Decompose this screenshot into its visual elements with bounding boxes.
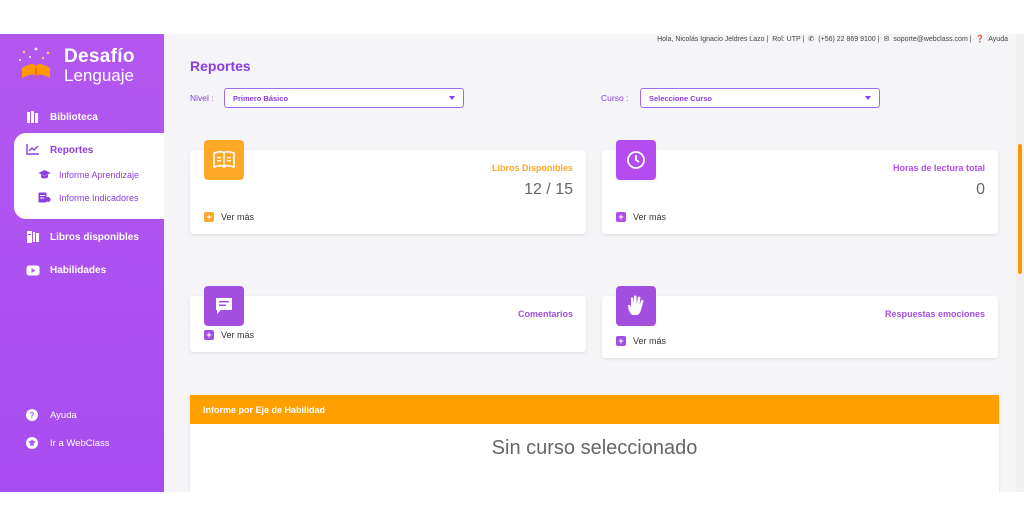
sidebar: Desafío Lenguaje Biblioteca Reportes Inf… bbox=[0, 34, 164, 492]
sidebar-item-habilidades[interactable]: Habilidades bbox=[0, 257, 164, 283]
card-value: 0 bbox=[976, 181, 985, 198]
ver-mas-label: Ver más bbox=[221, 330, 255, 340]
books-icon bbox=[26, 110, 40, 124]
logo-subtitle: Lenguaje bbox=[64, 66, 134, 85]
sidebar-item-label: Habilidades bbox=[50, 264, 107, 276]
svg-text:?: ? bbox=[30, 411, 35, 420]
curso-select-value: Seleccione Curso bbox=[649, 93, 712, 103]
nivel-select-value: Primero Básico bbox=[233, 93, 289, 103]
book-list-icon bbox=[26, 230, 40, 244]
card-comentarios: Comentarios + Ver más bbox=[190, 286, 586, 352]
card-value: 12 / 15 bbox=[524, 181, 573, 198]
sidebar-subitem-informe-indicadores[interactable]: Informe Indicadores bbox=[38, 192, 139, 203]
card-horas-lectura: Horas de lectura total 0 + Ver más bbox=[602, 140, 998, 234]
sidebar-item-label: Biblioteca bbox=[50, 111, 98, 123]
nivel-label: Nivel : bbox=[190, 93, 214, 103]
chart-line-icon bbox=[26, 143, 40, 157]
sidebar-item-reportes[interactable]: Reportes bbox=[26, 143, 93, 157]
support-phone[interactable]: (+56) 22 869 9100 bbox=[818, 36, 875, 43]
report-icon bbox=[38, 192, 51, 203]
sidebar-subitem-label: Informe Indicadores bbox=[59, 192, 139, 203]
help-link[interactable]: Ayuda bbox=[988, 36, 1008, 43]
empty-state-message: Sin curso seleccionado bbox=[491, 437, 698, 459]
plus-icon: + bbox=[616, 212, 626, 222]
comment-icon bbox=[216, 298, 232, 314]
message-icon: ✉ bbox=[883, 36, 890, 43]
question-icon: ? bbox=[26, 409, 38, 421]
plus-icon: + bbox=[204, 330, 214, 340]
nivel-select[interactable]: Primero Básico bbox=[224, 88, 464, 108]
card-badge bbox=[616, 286, 656, 326]
card-respuestas-emociones: Respuestas emociones + Ver más bbox=[602, 286, 998, 358]
chevron-down-icon bbox=[865, 96, 871, 100]
sidebar-item-label: Libros disponibles bbox=[50, 231, 139, 243]
support-email[interactable]: soporte@webclass.com bbox=[893, 36, 967, 43]
scrollbar-thumb[interactable] bbox=[1018, 144, 1022, 274]
ver-mas-button[interactable]: + Ver más bbox=[616, 212, 666, 222]
sidebar-item-libros-disponibles[interactable]: Libros disponibles bbox=[0, 224, 164, 250]
sidebar-item-label: Ayuda bbox=[50, 409, 77, 421]
card-badge bbox=[204, 286, 244, 326]
card-badge bbox=[616, 140, 656, 180]
graduation-cap-icon bbox=[38, 169, 51, 180]
user-role: Rol: UTP bbox=[772, 36, 801, 43]
user-greeting: Hola, Nicolás Ignacio Jeldres Lazo bbox=[657, 36, 765, 43]
card-label: Libros Disponibles bbox=[491, 163, 573, 173]
ver-mas-label: Ver más bbox=[633, 336, 667, 346]
curso-label: Curso : bbox=[601, 93, 629, 103]
sidebar-subitem-label: Informe Aprendizaje bbox=[59, 169, 140, 180]
sidebar-item-reportes-panel: Reportes Informe Aprendizaje Informe Ind… bbox=[14, 133, 164, 219]
app-window: Desafío Lenguaje Biblioteca Reportes Inf… bbox=[0, 34, 1024, 492]
phone-icon: ✆ bbox=[808, 36, 815, 43]
informe-eje-habilidad-panel: Informe por Eje de Habilidad Sin curso s… bbox=[190, 395, 999, 492]
ver-mas-button[interactable]: + Ver más bbox=[204, 212, 254, 222]
top-bar: Hola, Nicolás Ignacio Jeldres Lazo | Rol:… bbox=[657, 36, 1008, 43]
sidebar-subitem-informe-aprendizaje[interactable]: Informe Aprendizaje bbox=[38, 169, 139, 180]
open-book-logo-icon bbox=[19, 47, 50, 78]
app-logo[interactable]: Desafío Lenguaje bbox=[16, 44, 156, 85]
scrollbar[interactable] bbox=[1016, 34, 1024, 492]
ver-mas-button[interactable]: + Ver más bbox=[204, 330, 254, 340]
cap-icon bbox=[26, 437, 38, 449]
card-label: Respuestas emociones bbox=[884, 309, 985, 319]
clock-icon bbox=[627, 151, 645, 169]
play-icon bbox=[26, 263, 40, 277]
sidebar-item-label: Reportes bbox=[50, 144, 94, 156]
card-label: Comentarios bbox=[517, 309, 573, 319]
sidebar-item-label: Ir a WebClass bbox=[50, 437, 110, 449]
chevron-down-icon bbox=[449, 96, 455, 100]
card-libros-disponibles: Libros Disponibles 12 / 15 + Ver más bbox=[190, 140, 586, 234]
plus-icon: + bbox=[616, 336, 626, 346]
card-badge bbox=[204, 140, 244, 180]
main-content: Hola, Nicolás Ignacio Jeldres Lazo | Rol:… bbox=[164, 34, 1016, 492]
card-label: Horas de lectura total bbox=[892, 163, 985, 173]
ver-mas-label: Ver más bbox=[633, 212, 667, 222]
help-icon: ❓ bbox=[975, 36, 985, 43]
open-book-icon bbox=[213, 150, 235, 169]
page-title: Reportes bbox=[190, 58, 251, 74]
plus-icon: + bbox=[204, 212, 214, 222]
report-header: Informe por Eje de Habilidad bbox=[190, 395, 999, 424]
logo-title: Desafío bbox=[64, 46, 135, 67]
sidebar-item-biblioteca[interactable]: Biblioteca bbox=[0, 104, 164, 130]
ver-mas-button[interactable]: + Ver más bbox=[616, 336, 666, 346]
ver-mas-label: Ver más bbox=[221, 212, 255, 222]
hand-icon bbox=[628, 295, 644, 315]
sidebar-item-ir-webclass[interactable]: Ir a WebClass bbox=[0, 433, 164, 453]
sidebar-item-ayuda[interactable]: ? Ayuda bbox=[0, 405, 164, 425]
curso-select[interactable]: Seleccione Curso bbox=[640, 88, 880, 108]
